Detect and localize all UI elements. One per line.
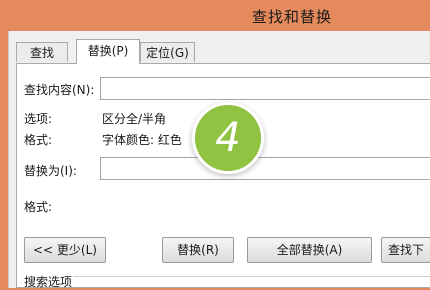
tab-goto[interactable]: 定位(G) [140, 42, 195, 62]
find-what-input[interactable] [100, 77, 430, 100]
tab-replace[interactable]: 替换(P) [76, 39, 140, 64]
title-bar: 查找和替换 [0, 0, 430, 31]
tab-find[interactable]: 查找(D) [16, 42, 68, 80]
search-options-divider [73, 276, 430, 277]
replace-button[interactable]: 替换(R) [162, 237, 234, 263]
step-number-badge: 4 [192, 102, 264, 174]
find-what-label: 查找内容(N): [24, 83, 95, 97]
replace-with-label: 替换为(I): [24, 164, 77, 178]
options-label: 选项: [24, 112, 53, 126]
tab-strip: 查找(D) 替换(P) 定位(G) [16, 39, 430, 80]
replace-with-input[interactable] [100, 157, 430, 180]
find-format-value: 字体颜色: 红色 [102, 133, 182, 147]
window-title: 查找和替换 [252, 8, 333, 26]
replace-all-button[interactable]: 全部替换(A) [247, 237, 372, 263]
find-next-button[interactable]: 查找下 [381, 237, 430, 263]
find-format-label: 格式: [24, 133, 53, 147]
search-options-label: 搜索选项 [24, 275, 73, 289]
replace-format-label: 格式: [24, 200, 53, 214]
replace-panel: 查找内容(N): 选项: 区分全/半角 格式: 字体颜色: 红色 替换为(I):… [16, 63, 430, 289]
less-button[interactable]: << 更少(L) [24, 237, 106, 263]
options-value: 区分全/半角 [102, 112, 167, 126]
